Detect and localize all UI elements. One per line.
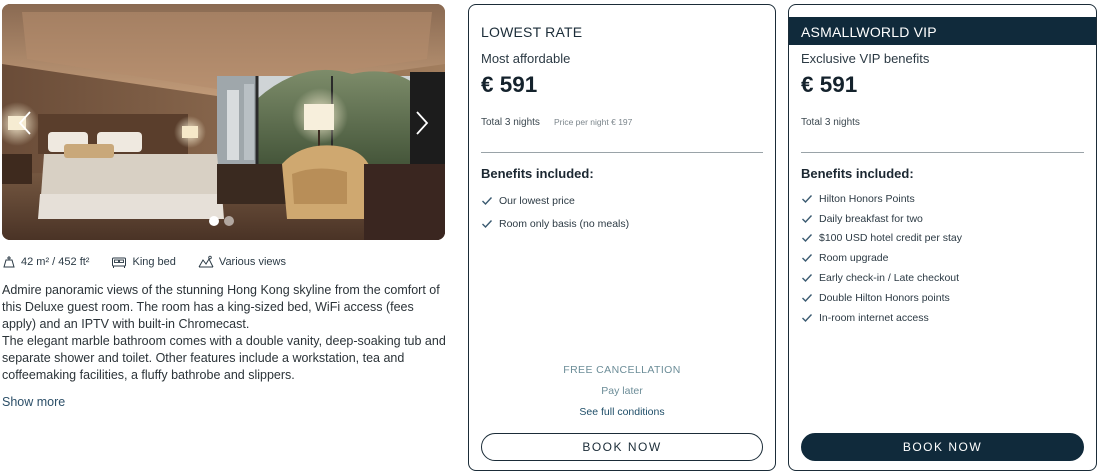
- benefit-item: $100 USD hotel credit per stay: [801, 229, 962, 249]
- feature-bed: King bed: [111, 256, 176, 269]
- rate-price: € 591: [801, 72, 858, 97]
- rate-card-vip: ASMALLWORLD VIP Exclusive VIP benefits €…: [788, 4, 1097, 471]
- check-icon: [802, 274, 813, 283]
- benefit-label: Room only basis (no meals): [499, 217, 630, 230]
- benefit-label: Double Hilton Honors points: [819, 291, 950, 304]
- carousel-prev-arrow[interactable]: [14, 108, 36, 138]
- rate-title: LOWEST RATE: [481, 24, 583, 40]
- rate-subtitle: Most affordable: [481, 51, 571, 66]
- feature-views: Various views: [198, 255, 286, 269]
- rate-card-lowest: LOWEST RATE Most affordable € 591 Total …: [468, 4, 776, 471]
- benefits-list: Our lowest price Room only basis (no mea…: [481, 189, 629, 235]
- benefit-label: Room upgrade: [819, 252, 889, 265]
- carousel-dot-2[interactable]: [224, 216, 234, 226]
- rate-totals: Total 3 nights: [801, 117, 860, 128]
- show-more-link[interactable]: Show more: [2, 395, 65, 409]
- rate-totals: Total 3 nights Price per night € 197: [481, 117, 632, 128]
- benefit-item: Double Hilton Honors points: [801, 288, 962, 308]
- carousel-dots: [209, 216, 234, 226]
- floor-area-icon: [3, 256, 15, 268]
- check-icon: [802, 313, 813, 322]
- description-paragraph-2: The elegant marble bathroom comes with a…: [2, 334, 446, 382]
- check-icon: [802, 254, 813, 263]
- benefit-item: Our lowest price: [481, 189, 629, 212]
- chevron-left-icon: [18, 111, 31, 135]
- benefit-item: In-room internet access: [801, 308, 962, 328]
- benefit-label: Hilton Honors Points: [819, 192, 915, 205]
- rate-price-per-night: Price per night € 197: [553, 117, 633, 127]
- pay-later-label: Pay later: [601, 385, 643, 397]
- divider: [481, 152, 763, 153]
- description-paragraph-1: Admire panoramic views of the stunning H…: [2, 283, 440, 331]
- feature-bed-label: King bed: [132, 256, 176, 268]
- divider: [801, 152, 1084, 153]
- benefit-label: Daily breakfast for two: [819, 212, 923, 225]
- feature-size: 42 m² / 452 ft²: [2, 255, 89, 269]
- benefit-label: In-room internet access: [819, 311, 929, 324]
- see-full-conditions-link[interactable]: See full conditions: [469, 406, 775, 418]
- room-photo: [2, 4, 445, 240]
- room-info: 42 m² / 452 ft² King bed Various views A…: [2, 4, 446, 411]
- free-cancellation-label: FREE CANCELLATION: [563, 364, 681, 376]
- benefit-item: Room only basis (no meals): [481, 212, 629, 235]
- book-now-vip-button[interactable]: BOOK NOW: [801, 433, 1084, 461]
- benefit-label: Early check-in / Late checkout: [819, 272, 960, 285]
- benefits-list: Hilton Honors Points Daily breakfast for…: [801, 189, 962, 328]
- check-icon: [802, 293, 813, 302]
- room-features: 42 m² / 452 ft² King bed Various views: [2, 252, 446, 272]
- view-icon: [198, 255, 214, 268]
- rate-price: € 591: [481, 72, 538, 97]
- feature-size-label: 42 m² / 452 ft²: [21, 256, 90, 268]
- benefit-item: Daily breakfast for two: [801, 209, 962, 229]
- benefits-title: Benefits included:: [801, 166, 914, 181]
- book-now-lowest-button[interactable]: BOOK NOW: [481, 433, 763, 461]
- room-description: Admire panoramic views of the stunning H…: [2, 282, 446, 384]
- benefit-label: Our lowest price: [499, 194, 575, 207]
- rate-title: ASMALLWORLD VIP: [801, 24, 937, 40]
- carousel-dot-1[interactable]: [209, 216, 219, 226]
- feature-views-label: Various views: [218, 256, 286, 268]
- room-photo-carousel[interactable]: [2, 4, 445, 240]
- check-icon: [802, 214, 813, 223]
- chevron-right-icon: [416, 111, 429, 135]
- benefit-label: $100 USD hotel credit per stay: [819, 232, 962, 245]
- benefit-item: Hilton Honors Points: [801, 189, 962, 209]
- check-icon: [802, 194, 813, 203]
- rate-total-nights: Total 3 nights: [481, 117, 540, 128]
- check-icon: [482, 196, 493, 205]
- check-icon: [482, 219, 493, 228]
- benefit-item: Early check-in / Late checkout: [801, 268, 962, 288]
- benefit-item: Room upgrade: [801, 248, 962, 268]
- benefits-title: Benefits included:: [481, 166, 594, 181]
- rate-subtitle: Exclusive VIP benefits: [801, 51, 930, 66]
- bed-icon: [112, 257, 127, 268]
- check-icon: [802, 234, 813, 243]
- carousel-next-arrow[interactable]: [411, 108, 433, 138]
- rate-total-nights: Total 3 nights: [801, 117, 860, 128]
